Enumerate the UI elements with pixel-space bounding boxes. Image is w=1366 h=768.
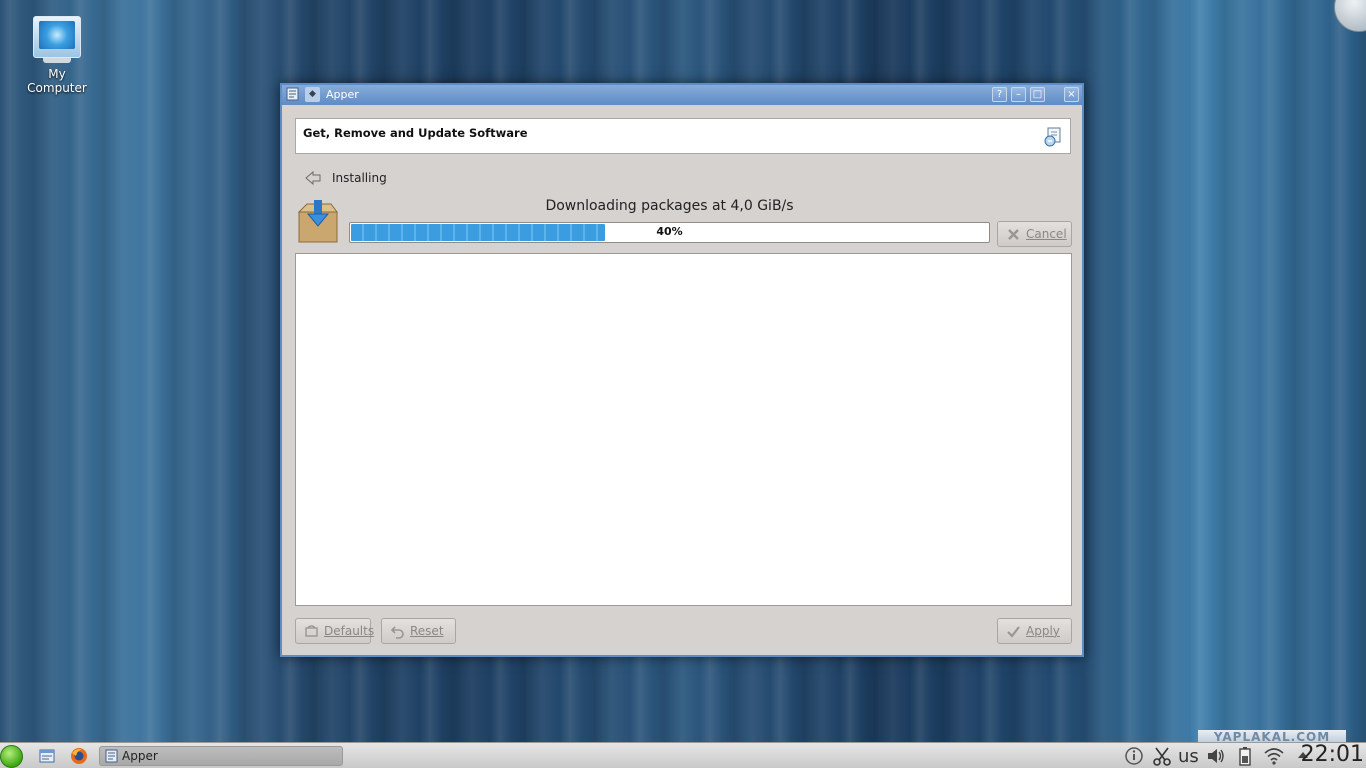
- reset-label: Reset: [410, 624, 444, 638]
- minimize-button[interactable]: –: [1011, 87, 1026, 102]
- file-manager-icon[interactable]: [38, 747, 56, 765]
- defaults-icon: [305, 625, 318, 637]
- wifi-icon[interactable]: [1263, 746, 1285, 766]
- taskbar: Apper us 22:01: [0, 742, 1366, 768]
- apper-task-icon: [105, 749, 118, 763]
- clipboard-scissors-icon[interactable]: [1153, 746, 1171, 766]
- desktop-icon-label: My Computer: [27, 67, 87, 95]
- reset-button[interactable]: Reset: [381, 618, 456, 644]
- download-progress-bar: 40%: [349, 222, 990, 243]
- apper-window: ◆ Apper ? – □ × Get, Remove and Update S…: [280, 83, 1084, 657]
- firefox-icon[interactable]: [70, 747, 88, 765]
- computer-icon: [33, 16, 81, 58]
- transaction-status: Downloading packages at 4,0 GiB/s: [545, 198, 794, 214]
- application-launcher-icon[interactable]: [0, 745, 23, 768]
- battery-icon[interactable]: [1236, 746, 1254, 766]
- volume-icon[interactable]: [1206, 746, 1226, 766]
- checkmark-icon: [1007, 626, 1020, 638]
- apper-app-icon: [286, 87, 299, 101]
- defaults-label: Defaults: [324, 624, 375, 638]
- close-button[interactable]: ×: [1064, 87, 1079, 102]
- notifications-info-icon[interactable]: [1124, 746, 1144, 766]
- window-title: Apper: [326, 88, 359, 101]
- cancel-button[interactable]: Cancel: [997, 221, 1072, 247]
- apply-label: Apply: [1026, 624, 1060, 638]
- window-titlebar[interactable]: ◆ Apper ? – □ ×: [282, 85, 1082, 105]
- my-computer-desktop-icon[interactable]: My Computer: [18, 16, 96, 95]
- clock[interactable]: 22:01: [1301, 742, 1364, 767]
- transaction-details-area[interactable]: [295, 253, 1072, 606]
- window-menu-button[interactable]: ◆: [305, 87, 320, 102]
- task-label: Apper: [122, 749, 158, 763]
- back-label: Installing: [332, 171, 387, 185]
- cancel-label: Cancel: [1026, 227, 1067, 241]
- header-panel: Get, Remove and Update Software: [295, 118, 1071, 154]
- back-arrow-icon[interactable]: [304, 170, 322, 186]
- cancel-x-icon: [1008, 229, 1019, 240]
- package-download-icon: [297, 200, 338, 243]
- taskbar-task-apper[interactable]: Apper: [99, 746, 343, 766]
- help-button[interactable]: ?: [992, 87, 1007, 102]
- keyboard-layout[interactable]: us: [1178, 746, 1199, 767]
- defaults-button[interactable]: Defaults: [295, 618, 375, 644]
- desktop-toolbox-button[interactable]: [1334, 0, 1366, 32]
- reset-icon: [390, 626, 404, 639]
- apply-button[interactable]: Apply: [997, 618, 1072, 644]
- software-update-icon: [1044, 127, 1061, 147]
- maximize-button[interactable]: □: [1030, 87, 1045, 102]
- header-title: Get, Remove and Update Software: [303, 126, 528, 140]
- progress-percent: 40%: [656, 225, 683, 238]
